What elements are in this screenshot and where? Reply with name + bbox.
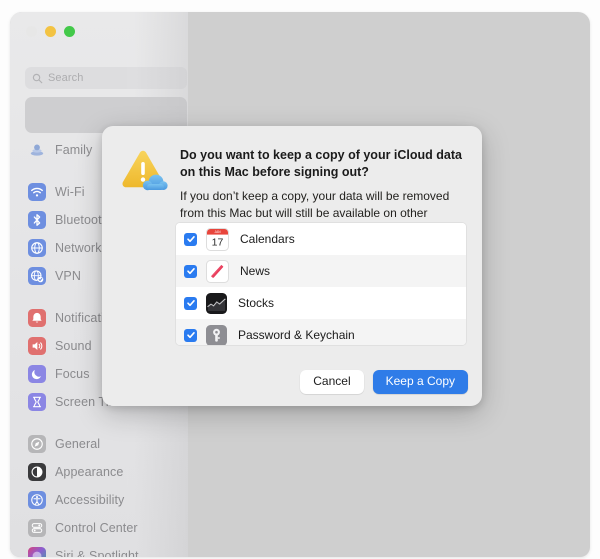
window-controls [26, 26, 75, 37]
app-label: Stocks [238, 296, 275, 310]
sidebar-item-label: Network [55, 241, 102, 255]
checkbox-calendars[interactable] [184, 232, 197, 246]
list-item[interactable]: News [176, 255, 466, 287]
sidebar-item-label: VPN [55, 269, 82, 283]
app-label: Password & Keychain [238, 328, 355, 342]
vpn-icon [28, 267, 46, 285]
svg-text:17: 17 [212, 236, 224, 248]
news-icon [206, 259, 229, 283]
close-button[interactable] [26, 26, 37, 37]
calendar-icon: JAN 17 [206, 227, 229, 251]
sidebar-item-label: Appearance [55, 465, 124, 479]
bluetooth-icon [28, 211, 46, 229]
warning-triangle-cloud-icon [118, 146, 170, 198]
appearance-icon [28, 463, 46, 481]
sidebar-item-label: Wi-Fi [55, 185, 85, 199]
keep-a-copy-button[interactable]: Keep a Copy [372, 370, 468, 394]
sound-icon [28, 337, 46, 355]
wifi-icon [28, 183, 46, 201]
list-item[interactable]: JAN 17 Calendars [176, 223, 466, 255]
sidebar-item-label: Focus [55, 367, 90, 381]
dialog-title: Do you want to keep a copy of your iClou… [180, 148, 462, 179]
sidebar-item-label: Control Center [55, 521, 138, 535]
dialog-actions: Cancel Keep a Copy [300, 370, 468, 394]
screen-time-icon [28, 393, 46, 411]
notifications-icon [28, 309, 46, 327]
sidebar-item-label: Sound [55, 339, 92, 353]
cancel-button[interactable]: Cancel [300, 370, 364, 394]
accessibility-icon [28, 491, 46, 509]
sidebar-item-control-center[interactable]: Control Center [10, 514, 188, 542]
list-item[interactable]: Stocks [176, 287, 466, 319]
keychain-icon [206, 324, 227, 345]
icloud-signout-dialog: Do you want to keep a copy of your iClou… [102, 126, 482, 406]
search-input[interactable]: Search [25, 67, 187, 89]
sidebar-item-accessibility[interactable]: Accessibility [10, 486, 188, 514]
screen: Search Family Wi-Fi Bluetooth Network VP… [0, 0, 600, 559]
stocks-icon [206, 292, 227, 314]
search-icon [32, 73, 43, 83]
focus-icon [28, 365, 46, 383]
network-icon [28, 239, 46, 257]
checkbox-news[interactable] [184, 264, 197, 278]
sidebar-item-siri-spotlight[interactable]: Siri & Spotlight [10, 542, 188, 557]
siri-icon [28, 547, 46, 557]
sidebar-item-label: Family [55, 143, 93, 157]
checkbox-stocks[interactable] [184, 296, 197, 310]
checkbox-password-keychain[interactable] [184, 328, 197, 342]
app-label: Calendars [240, 232, 295, 246]
family-icon [28, 141, 46, 159]
zoom-button[interactable] [64, 26, 75, 37]
sidebar-group-system: General Appearance Accessibility Control… [10, 430, 188, 557]
sidebar-item-general[interactable]: General [10, 430, 188, 458]
svg-text:JAN: JAN [214, 230, 221, 234]
sidebar-item-label: Accessibility [55, 493, 125, 507]
sidebar-item-appearance[interactable]: Appearance [10, 458, 188, 486]
list-item[interactable]: Password & Keychain [176, 319, 466, 345]
icloud-app-list[interactable]: JAN 17 Calendars News Stocks Password & … [175, 222, 467, 346]
sidebar-item-label: Siri & Spotlight [55, 549, 139, 557]
app-label: News [240, 264, 271, 278]
search-placeholder: Search [48, 72, 84, 84]
general-icon [28, 435, 46, 453]
minimize-button[interactable] [45, 26, 56, 37]
control-center-icon [28, 519, 46, 537]
sidebar-item-label: General [55, 437, 101, 451]
sidebar-item-label: Bluetooth [55, 213, 109, 227]
